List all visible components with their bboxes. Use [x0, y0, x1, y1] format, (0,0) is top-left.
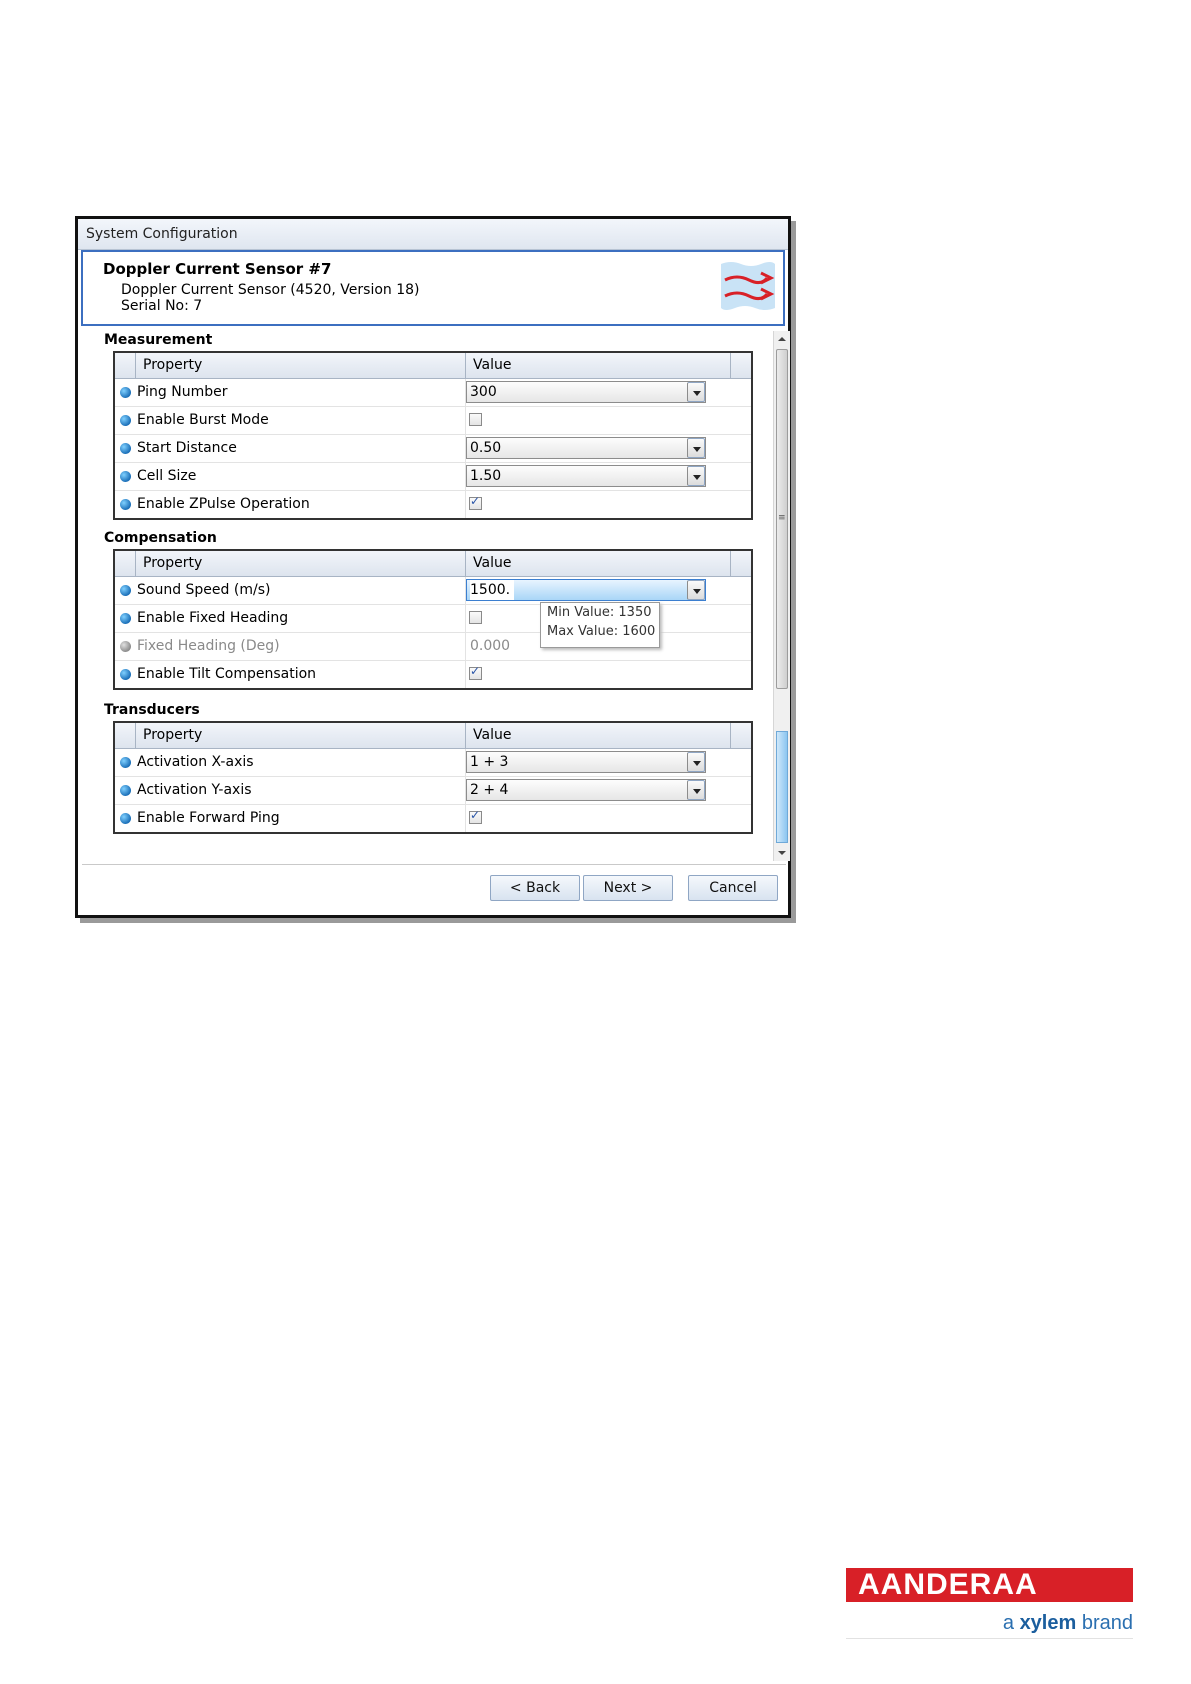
row-label: Start Distance	[137, 440, 237, 456]
property-bullet-icon	[120, 387, 131, 398]
vertical-scrollbar[interactable]: ≡	[773, 331, 790, 861]
value-range-tooltip: Min Value: 1350 Max Value: 1600	[540, 602, 660, 648]
measurement-grid: Property Value Ping Number 300 Enable Bu…	[113, 351, 753, 520]
column-value: Value	[473, 727, 512, 743]
scroll-down-icon[interactable]	[774, 845, 790, 861]
row-cell-size[interactable]: Cell Size 1.50	[115, 463, 751, 491]
activation-y-combo[interactable]: 2 + 4	[466, 779, 706, 801]
sound-speed-input[interactable]: 1500.	[466, 579, 706, 601]
column-property: Property	[143, 357, 203, 373]
forward-ping-checkbox[interactable]	[469, 808, 482, 824]
next-button[interactable]: Next >	[583, 875, 673, 901]
row-label: Cell Size	[137, 468, 197, 484]
row-start-distance[interactable]: Start Distance 0.50	[115, 435, 751, 463]
burst-mode-checkbox[interactable]	[469, 413, 482, 426]
grid-header: Property Value	[115, 723, 751, 749]
cancel-button[interactable]: Cancel	[688, 875, 778, 901]
property-bullet-icon	[120, 785, 131, 796]
row-ping-number[interactable]: Ping Number 300	[115, 379, 751, 407]
fixed-heading-value: 0.000	[470, 638, 511, 654]
chevron-down-icon[interactable]	[687, 438, 705, 458]
column-property: Property	[143, 727, 203, 743]
row-label: Sound Speed (m/s)	[137, 582, 271, 598]
section-measurement-title: Measurement	[104, 332, 213, 348]
current-arrows-icon	[721, 262, 775, 310]
row-enable-burst-mode[interactable]: Enable Burst Mode	[115, 407, 751, 435]
footer-divider	[82, 864, 786, 865]
grip-icon: ≡	[778, 513, 786, 523]
row-label: Enable Forward Ping	[137, 810, 280, 826]
logo-word: AANDERAA	[858, 1568, 1038, 1601]
device-title: Doppler Current Sensor #7	[103, 260, 332, 278]
row-label: Enable ZPulse Operation	[137, 496, 310, 512]
chevron-down-icon[interactable]	[687, 466, 705, 486]
property-content: Measurement Property Value Ping Number 3…	[81, 332, 767, 862]
row-label: Enable Burst Mode	[137, 412, 269, 428]
fixed-heading-checkbox[interactable]	[469, 611, 482, 624]
row-label: Enable Fixed Heading	[137, 610, 289, 626]
property-bullet-icon	[120, 757, 131, 768]
row-activation-y-axis[interactable]: Activation Y-axis 2 + 4	[115, 777, 751, 805]
system-configuration-dialog: System Configuration Doppler Current Sen…	[75, 216, 791, 918]
grid-header: Property Value	[115, 353, 751, 379]
section-transducers-title: Transducers	[104, 702, 200, 718]
property-bullet-icon	[120, 669, 131, 680]
row-label: Activation Y-axis	[137, 782, 252, 798]
column-property: Property	[143, 555, 203, 571]
row-sound-speed[interactable]: Sound Speed (m/s) 1500.	[115, 577, 751, 605]
chevron-down-icon[interactable]	[687, 780, 705, 800]
back-button[interactable]: < Back	[490, 875, 580, 901]
section-compensation-title: Compensation	[104, 530, 217, 546]
chevron-down-icon[interactable]	[687, 382, 705, 402]
chevron-down-icon[interactable]	[687, 580, 705, 600]
property-bullet-icon	[120, 641, 131, 652]
ping-number-combo[interactable]: 300	[466, 381, 706, 403]
property-bullet-icon	[120, 613, 131, 624]
row-label: Activation X-axis	[137, 754, 254, 770]
logo-bar: AANDERAA	[846, 1568, 1133, 1602]
row-enable-forward-ping[interactable]: Enable Forward Ping	[115, 805, 751, 832]
zpulse-checkbox[interactable]	[469, 494, 482, 510]
row-label: Fixed Heading (Deg)	[137, 638, 280, 654]
aanderaa-logo: AANDERAA a xylem brand	[846, 1568, 1133, 1640]
logo-tagline: a xylem brand	[1002, 1612, 1133, 1634]
row-activation-x-axis[interactable]: Activation X-axis 1 + 3	[115, 749, 751, 777]
row-label: Ping Number	[137, 384, 228, 400]
device-serial: Serial No: 7	[121, 298, 203, 314]
property-bullet-icon	[120, 813, 131, 824]
column-value: Value	[473, 357, 512, 373]
activation-x-combo[interactable]: 1 + 3	[466, 751, 706, 773]
property-bullet-icon	[120, 585, 131, 596]
scroll-up-icon[interactable]	[774, 331, 790, 347]
property-bullet-icon	[120, 471, 131, 482]
property-bullet-icon	[120, 443, 131, 454]
cell-size-combo[interactable]: 1.50	[466, 465, 706, 487]
property-bullet-icon	[120, 415, 131, 426]
device-subtitle: Doppler Current Sensor (4520, Version 18…	[121, 282, 420, 298]
row-enable-tilt-compensation[interactable]: Enable Tilt Compensation	[115, 661, 751, 688]
row-label: Enable Tilt Compensation	[137, 666, 317, 682]
tooltip-min: Min Value: 1350	[547, 605, 652, 620]
scroll-track-highlight	[776, 731, 788, 843]
tooltip-max: Max Value: 1600	[547, 624, 656, 639]
grid-header: Property Value	[115, 551, 751, 577]
property-bullet-icon	[120, 499, 131, 510]
window-title: System Configuration	[78, 219, 788, 250]
device-header: Doppler Current Sensor #7 Doppler Curren…	[81, 250, 785, 326]
tilt-compensation-checkbox[interactable]	[469, 664, 482, 680]
row-enable-zpulse[interactable]: Enable ZPulse Operation	[115, 491, 751, 518]
chevron-down-icon[interactable]	[687, 752, 705, 772]
transducers-grid: Property Value Activation X-axis 1 + 3 A…	[113, 721, 753, 834]
column-value: Value	[473, 555, 512, 571]
start-distance-combo[interactable]: 0.50	[466, 437, 706, 459]
